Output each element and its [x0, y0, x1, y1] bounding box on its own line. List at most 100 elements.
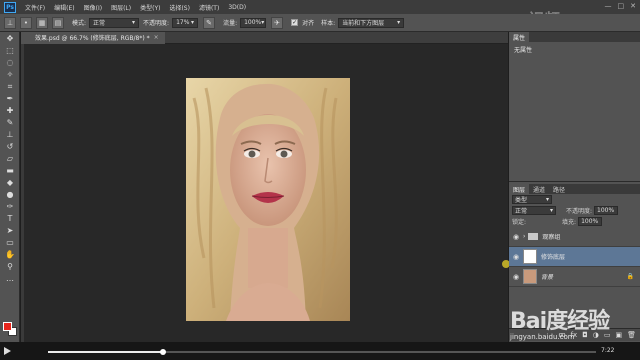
layer-row-background[interactable]: ◉ 背景 🔒	[509, 267, 640, 287]
sample-select[interactable]: 当前和下方图层 ▾	[338, 17, 405, 28]
mode-label: 模式:	[72, 20, 87, 27]
eraser-tool-icon[interactable]: ▱	[3, 154, 17, 164]
crop-tool-icon[interactable]: ⌗	[3, 82, 17, 92]
menu-layer[interactable]: 图层(L)	[111, 3, 131, 12]
menu-type[interactable]: 类型(Y)	[140, 3, 160, 12]
move-tool-icon[interactable]: ✥	[3, 34, 17, 44]
pen-tool-icon[interactable]: ✑	[3, 202, 17, 212]
photoshop-logo: Ps	[4, 1, 16, 13]
brush-preset-icon[interactable]: •	[20, 16, 32, 29]
blur-tool-icon[interactable]: ◆	[3, 178, 17, 188]
filter-kind-value: 类型	[515, 197, 528, 204]
document-area: 效果.psd @ 66.7% (修饰底层, RGB/8*) * ×	[21, 31, 508, 342]
clone-stamp-tool-icon[interactable]: ⊥	[4, 16, 16, 29]
lock-icon: 🔒	[626, 273, 634, 280]
menu-file[interactable]: 文件(F)	[25, 3, 45, 12]
airbrush-icon[interactable]: ✈	[271, 16, 284, 29]
chevron-down-icon: ▾	[261, 19, 265, 26]
menu-select[interactable]: 选择(S)	[169, 3, 190, 12]
properties-content: 无属性	[514, 47, 533, 54]
eye-icon[interactable]: ◉	[509, 273, 523, 281]
clone-source-icon[interactable]: ▤	[52, 16, 64, 29]
eye-icon[interactable]: ◉	[509, 233, 523, 241]
flow-input[interactable]: 100% ▾	[240, 17, 267, 28]
aligned-checkbox[interactable]: ✓	[291, 19, 299, 26]
layer-thumbnail	[523, 269, 537, 284]
fill-label: 填充:	[562, 219, 577, 226]
video-progress-fill	[48, 351, 164, 353]
foreground-color-swatch[interactable]	[3, 322, 12, 331]
layers-tab-bar: 图层 通道 路径	[509, 184, 640, 194]
properties-tab-bar: 属性	[509, 32, 640, 42]
layer-opacity-input[interactable]: 100%	[594, 206, 619, 215]
eyedropper-tool-icon[interactable]: ✒	[3, 94, 17, 104]
maximize-button[interactable]: □	[618, 2, 625, 10]
baidu-url: jingyan.baidu.com	[510, 333, 575, 341]
menu-edit[interactable]: 编辑(E)	[54, 3, 74, 12]
video-progress-track[interactable]	[48, 349, 596, 355]
menu-image[interactable]: 图像(I)	[84, 3, 102, 12]
fill-value: 100%	[581, 218, 599, 225]
video-time: 7:22	[601, 347, 615, 354]
canvas-image-portrait[interactable]	[186, 78, 350, 321]
dodge-tool-icon[interactable]: ●	[3, 190, 17, 200]
pressure-opacity-icon[interactable]: ✎	[203, 16, 216, 29]
fill-input[interactable]: 100%	[578, 217, 603, 226]
flow-label: 流量:	[223, 20, 238, 27]
chevron-down-icon: ▾	[132, 19, 136, 26]
chevron-right-icon[interactable]: ›	[523, 233, 525, 240]
history-brush-tool-icon[interactable]: ↺	[3, 142, 17, 152]
blend-mode-value: 正常	[515, 208, 528, 215]
layer-name: 修饰底层	[541, 254, 566, 261]
clone-stamp-tool-icon[interactable]: ⊥	[3, 130, 17, 140]
gradient-tool-icon[interactable]: ▬	[3, 166, 17, 176]
chevron-down-icon: ▾	[545, 196, 549, 203]
layer-opacity-value: 100%	[597, 207, 615, 214]
blend-mode-select[interactable]: 正常 ▾	[512, 206, 556, 215]
mode-select[interactable]: 正常 ▾	[89, 17, 140, 28]
tab-properties[interactable]: 属性	[509, 32, 530, 42]
brush-panel-icon[interactable]: ▦	[36, 16, 48, 29]
opacity-input[interactable]: 17% ▾	[172, 17, 199, 28]
blend-row: 正常 ▾ 不透明度: 100%	[509, 205, 640, 216]
menu-filter[interactable]: 滤镜(T)	[199, 3, 219, 12]
close-button[interactable]: ✕	[630, 2, 636, 10]
chevron-down-icon: ▾	[397, 19, 401, 26]
opacity-value: 17%	[176, 19, 190, 26]
eye-icon[interactable]: ◉	[509, 253, 523, 261]
brush-tool-icon[interactable]: ✎	[3, 118, 17, 128]
zoom-tool-icon[interactable]: ⚲	[3, 262, 17, 272]
vertical-ruler	[21, 44, 24, 342]
layer-row-group[interactable]: ◉ › 观察组	[509, 227, 640, 247]
right-panel-dock: 属性 无属性 图层 通道 路径 类型 ▾ 正常 ▾ 不透明度: 100% 锁定:…	[509, 32, 640, 342]
quick-select-tool-icon[interactable]: ✧	[3, 70, 17, 80]
layer-filter-select[interactable]: 类型 ▾	[512, 195, 552, 204]
layer-name: 背景	[541, 274, 554, 281]
layer-name: 观察组	[542, 234, 561, 241]
minimize-button[interactable]: —	[605, 2, 612, 10]
opacity-label: 不透明度:	[143, 20, 170, 27]
close-icon[interactable]: ×	[154, 34, 159, 41]
play-icon[interactable]	[4, 347, 11, 355]
chevron-down-icon: ▾	[191, 19, 195, 26]
sample-value: 当前和下方图层	[342, 20, 385, 27]
sample-label: 样本:	[321, 20, 336, 27]
flow-value: 100%	[244, 19, 262, 26]
video-progress-knob[interactable]	[160, 349, 167, 355]
path-select-tool-icon[interactable]: ➤	[3, 226, 17, 236]
menu-3d[interactable]: 3D(D)	[228, 4, 246, 11]
document-tab[interactable]: 效果.psd @ 66.7% (修饰底层, RGB/8*) * ×	[21, 31, 165, 44]
type-tool-icon[interactable]: T	[3, 214, 17, 224]
healing-brush-tool-icon[interactable]: ✚	[3, 106, 17, 116]
marquee-tool-icon[interactable]: ⬚	[3, 46, 17, 56]
layer-row-selected[interactable]: ◉ 修饰底层	[509, 247, 640, 267]
hand-tool-icon[interactable]: ✋	[3, 250, 17, 260]
lock-row: 锁定: 填充: 100%	[509, 216, 640, 227]
tab-layers[interactable]: 图层	[509, 184, 530, 194]
shape-tool-icon[interactable]: ▭	[3, 238, 17, 248]
more-tools-icon[interactable]: …	[3, 274, 17, 284]
tab-paths[interactable]: 路径	[549, 184, 569, 194]
layer-opacity-label: 不透明度:	[566, 208, 593, 215]
lasso-tool-icon[interactable]: ◌	[3, 58, 17, 68]
tab-channels[interactable]: 通道	[529, 184, 549, 194]
